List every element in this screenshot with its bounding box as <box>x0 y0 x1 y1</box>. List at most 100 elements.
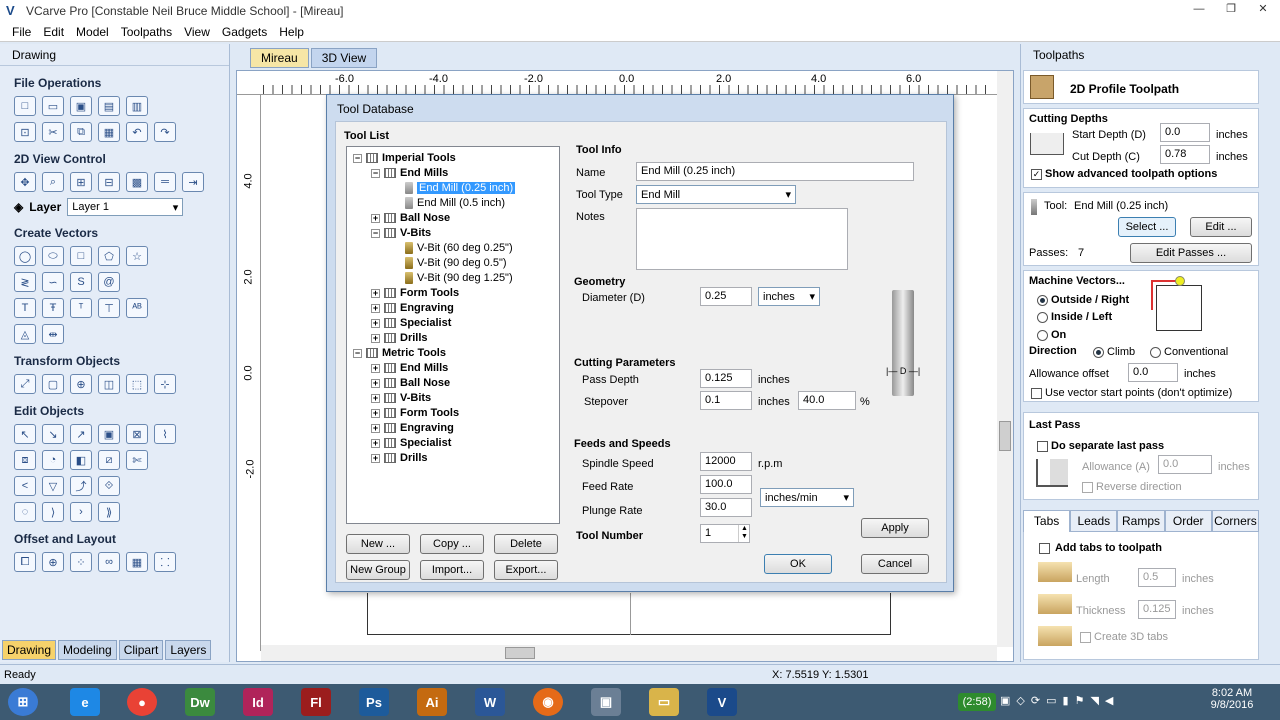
new-group-button[interactable]: New Group <box>346 560 410 580</box>
import-button[interactable]: Import... <box>420 560 484 580</box>
fillet-icon[interactable]: < <box>14 476 36 496</box>
tab-3d-view[interactable]: 3D View <box>310 48 378 68</box>
join-icon[interactable]: ⌇ <box>154 424 176 444</box>
tab-drawing[interactable]: Drawing <box>2 640 57 660</box>
dreamweaver-icon[interactable]: Dw <box>185 688 215 716</box>
ok-button[interactable]: OK <box>764 554 832 574</box>
show-advanced-checkbox[interactable]: ✓ <box>1031 169 1042 180</box>
separate-last-pass-checkbox[interactable] <box>1037 441 1048 452</box>
node-edit-icon[interactable]: ↘ <box>42 424 64 444</box>
outside-right-radio[interactable] <box>1037 295 1048 306</box>
text-on-curve-icon[interactable]: ᵀ <box>70 298 92 318</box>
arc-fit-icon[interactable]: ⟫ <box>98 502 120 522</box>
vcarve-icon[interactable]: V <box>707 688 737 716</box>
edit-passes-button[interactable]: Edit Passes ... <box>1130 243 1252 263</box>
tree-group-metric-end-mills[interactable]: + End Mills <box>371 361 448 376</box>
new-file-icon[interactable]: □ <box>14 96 36 116</box>
feed-rate-input[interactable]: 100.0 <box>700 475 752 494</box>
length-input[interactable]: 0.5 <box>1138 568 1176 587</box>
tab-leads[interactable]: Leads <box>1070 510 1118 532</box>
tab-ramps[interactable]: Ramps <box>1117 510 1165 532</box>
export-button[interactable]: Export... <box>494 560 558 580</box>
tab-clipart[interactable]: Clipart <box>118 640 164 660</box>
nesting-icon[interactable]: ⊕ <box>42 552 64 572</box>
weld-icon[interactable]: ⧈ <box>14 450 36 470</box>
pan-icon[interactable]: ✥ <box>14 172 36 192</box>
save-icon[interactable]: ▣ <box>70 96 92 116</box>
extend-icon[interactable]: ⤴ <box>70 476 92 496</box>
ungroup-icon[interactable]: ⊠ <box>126 424 148 444</box>
on-radio[interactable] <box>1037 330 1048 341</box>
copy-icon[interactable]: ⧉ <box>70 122 92 142</box>
auto-text-icon[interactable]: Ŧ <box>42 298 64 318</box>
tree-group-imperial[interactable]: − Imperial Tools <box>353 151 456 166</box>
subtract-icon[interactable]: ◔ <box>42 450 64 470</box>
word-icon[interactable]: W <box>475 688 505 716</box>
block-copy-icon[interactable]: ▦ <box>126 552 148 572</box>
copy-along-icon[interactable]: ∞ <box>98 552 120 572</box>
undo-icon[interactable]: ↶ <box>126 122 148 142</box>
offset-icon[interactable]: ⧠ <box>14 552 36 572</box>
thickness-input[interactable]: 0.125 <box>1138 600 1176 619</box>
center-icon[interactable]: ⊹ <box>154 374 176 394</box>
menu-model[interactable]: Model <box>76 25 109 39</box>
chrome-icon[interactable]: ● <box>127 688 157 716</box>
tree-item-vbit-90-125[interactable]: V-Bit (90 deg 1.25") <box>405 271 513 286</box>
flash-icon[interactable]: Fl <box>301 688 331 716</box>
sync-icon[interactable]: ⟳ <box>1031 694 1040 707</box>
add-tabs-checkbox[interactable] <box>1039 543 1050 554</box>
show-rulers-icon[interactable]: ═ <box>154 172 176 192</box>
trace-bitmap-icon[interactable]: ◬ <box>14 324 36 344</box>
dropbox-icon[interactable]: ◇ <box>1016 694 1024 707</box>
apply-button[interactable]: Apply <box>861 518 929 538</box>
smooth-icon[interactable]: ⟩ <box>42 502 64 522</box>
allowance-a-input[interactable]: 0.0 <box>1158 455 1212 474</box>
zoom-selected-icon[interactable]: ⊟ <box>98 172 120 192</box>
monitor-icon[interactable]: ▭ <box>1046 694 1056 707</box>
chamfer-icon[interactable]: ▽ <box>42 476 64 496</box>
curve-fit-icon[interactable]: › <box>70 502 92 522</box>
circle-icon[interactable]: ◯ <box>14 246 36 266</box>
tree-item-vbit-90-05[interactable]: V-Bit (90 deg 0.5") <box>405 256 507 271</box>
edit-tool-button[interactable]: Edit ... <box>1190 217 1252 237</box>
tree-group-form-tools[interactable]: + Form Tools <box>371 286 459 301</box>
cut-icon[interactable]: ✂ <box>42 122 64 142</box>
close-vector-icon[interactable]: ◌ <box>14 502 36 522</box>
menu-file[interactable]: File <box>12 25 31 39</box>
tool-number-spinner[interactable]: ▲ ▼ <box>738 525 750 542</box>
text-arc-icon[interactable]: ⊤ <box>98 298 120 318</box>
abc-text-icon[interactable]: ᴬᴮ <box>126 298 148 318</box>
curve-icon[interactable]: ∽ <box>42 272 64 292</box>
vector-start-checkbox[interactable] <box>1031 388 1042 399</box>
tab-order[interactable]: Order <box>1164 510 1212 532</box>
spindle-speed-input[interactable]: 12000 <box>700 452 752 471</box>
tree-group-metric-v-bits[interactable]: + V-Bits <box>371 391 431 406</box>
tree-group-v-bits[interactable]: − V-Bits <box>371 226 431 241</box>
import-vectors-icon[interactable]: ▤ <box>98 96 120 116</box>
conventional-radio[interactable] <box>1150 347 1161 358</box>
tree-group-metric-ball-nose[interactable]: + Ball Nose <box>371 376 450 391</box>
illustrator-icon[interactable]: Ai <box>417 688 447 716</box>
ellipse-icon[interactable]: ⬭ <box>42 246 64 266</box>
inside-left-radio[interactable] <box>1037 312 1048 323</box>
tool-tree[interactable]: − Imperial Tools − End Mills End Mill (0.2… <box>346 146 560 524</box>
text-icon[interactable]: T <box>14 298 36 318</box>
tree-group-end-mills[interactable]: − End Mills <box>371 166 448 181</box>
menu-view[interactable]: View <box>184 25 210 39</box>
tree-group-metric[interactable]: − Metric Tools <box>353 346 446 361</box>
tab-layers[interactable]: Layers <box>165 640 212 660</box>
scale-icon[interactable]: ⬚ <box>126 374 148 394</box>
select-tool-button[interactable]: Select ... <box>1118 217 1176 237</box>
clock[interactable]: 8:02 AM 9/8/2016 <box>1208 687 1256 711</box>
power-icon[interactable]: ▮ <box>1063 694 1069 707</box>
redo-icon[interactable]: ↷ <box>154 122 176 142</box>
tab-tabs[interactable]: Tabs <box>1023 510 1071 532</box>
allowance-offset-input[interactable]: 0.0 <box>1128 363 1178 382</box>
tree-group-metric-form-tools[interactable]: + Form Tools <box>371 406 459 421</box>
vertical-scrollbar[interactable] <box>997 71 1013 647</box>
tree-item-end-mill-025[interactable]: End Mill (0.25 inch) <box>405 181 516 196</box>
menu-help[interactable]: Help <box>279 25 304 39</box>
diameter-input[interactable]: 0.25 <box>700 287 752 306</box>
tree-group-specialist[interactable]: + Specialist <box>371 316 451 331</box>
stepover-input[interactable]: 0.1 <box>700 391 752 410</box>
